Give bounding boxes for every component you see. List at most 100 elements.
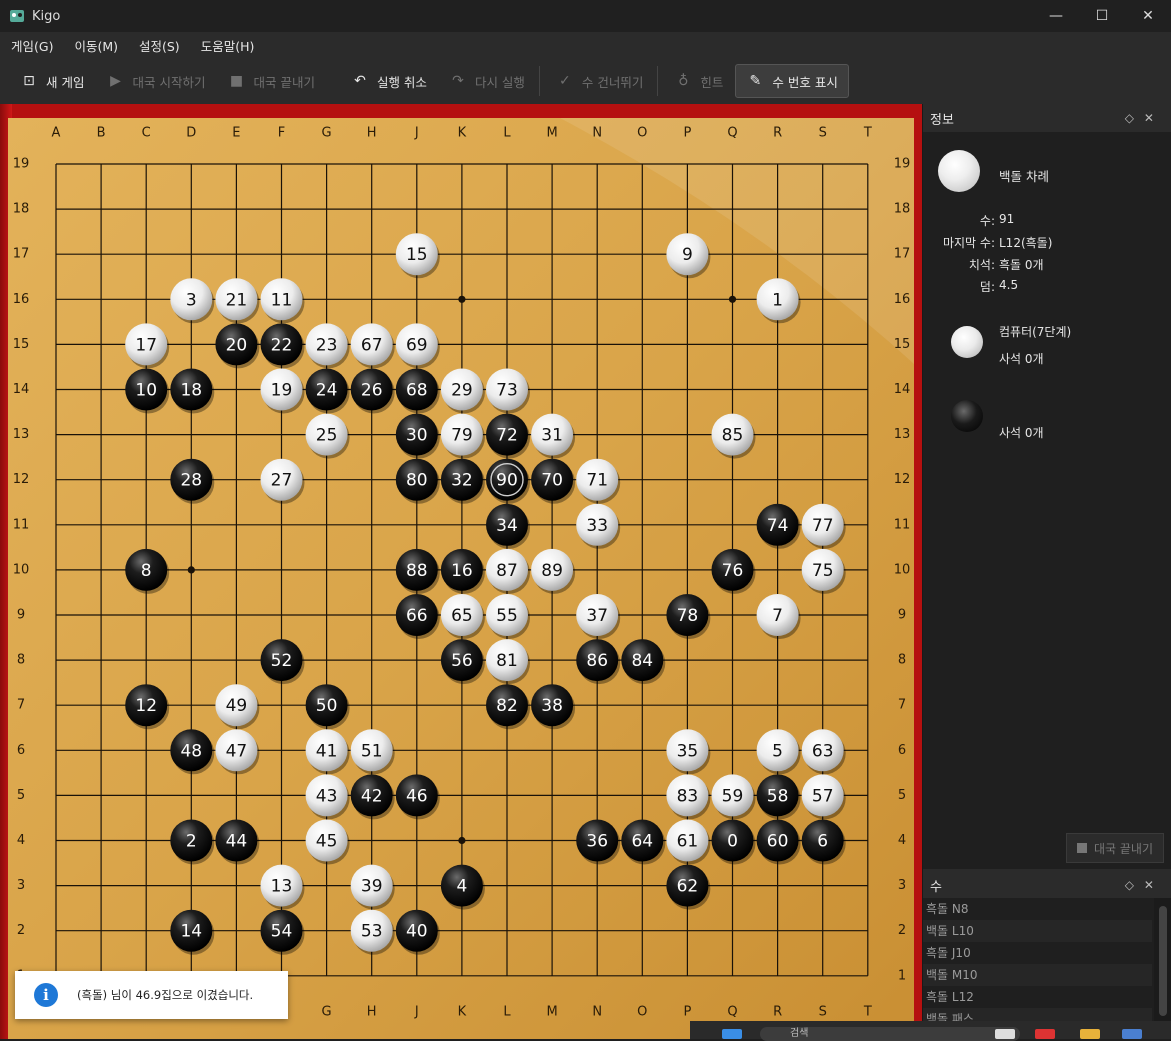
column-label: M [546,126,557,141]
row-label: 7 [898,698,906,713]
scrollbar-thumb[interactable] [1159,906,1167,1016]
list-item[interactable]: 흑돌 J10 [923,942,1152,964]
redo-icon: ↷ [452,73,464,89]
redo-button[interactable]: ↷ 다시 실행 [439,65,535,97]
list-item[interactable]: 흑돌 N8 [923,898,1152,920]
column-label: J [414,1005,419,1020]
new-game-icon: ⊡ [23,73,35,89]
menu-game[interactable]: 게임(G) [11,36,53,55]
move-number-label: 32 [451,471,473,491]
undo-label: 실행 취소 [376,74,427,90]
row-label: 5 [17,788,25,803]
go-board[interactable]: A B C D E F G H J K L M N O P Q R S T19 1918 1817 1716 1615 151… [0,104,922,1039]
menu-settings[interactable]: 설정(S) [139,36,180,55]
column-label: O [637,1005,647,1020]
move-number-label: 71 [586,471,608,491]
hint-icon: ♁ [678,73,689,89]
show-move-numbers-button[interactable]: ✎ 수 번호 표시 [735,64,849,98]
pass-button[interactable]: ✓ 수 건너뛰기 [546,65,653,97]
column-label: O [637,126,647,141]
column-label: Q [727,126,737,141]
list-item[interactable]: 백돌 M10 [923,964,1152,986]
move-number-label: 22 [271,335,293,355]
move-number-label: 42 [361,786,383,806]
side-panel: 정보 ◇✕ 백돌 차례 수: 91 마지막 수: L12(흑돌) 치석: 흑돌 … [922,104,1171,1039]
row-label: 4 [898,833,906,848]
row-label: 3 [17,878,25,893]
move-number-label: 59 [722,786,744,806]
move-number-label: 48 [180,741,202,761]
column-label: F [278,126,285,141]
moves-list: 흑돌 N8 백돌 L10 흑돌 J10 백돌 M10 흑돌 L12 백돌 패스 [923,898,1171,1039]
row-label: 16 [894,292,911,307]
toolbar-separator [657,66,659,96]
white-turn-stone-icon [938,150,980,192]
move-number-label: 0 [727,832,738,852]
taskbar: 검색 [690,1021,1171,1041]
column-label: R [773,126,782,141]
move-number-label: 89 [541,561,563,581]
move-number-label: 87 [496,561,518,581]
row-label: 15 [13,337,30,352]
windows-start-icon[interactable] [722,1029,742,1039]
start-game-button[interactable]: ▶ 대국 시작하기 [96,65,215,97]
move-number-label: 2 [186,832,197,852]
start-game-label: 대국 시작하기 [132,74,206,90]
column-label: B [97,126,106,141]
end-game-toolbar-button[interactable]: ■ 대국 끝내기 [217,65,324,97]
row-label: 19 [894,157,911,172]
info-panel-title: 정보 [930,112,954,128]
row-label: 6 [898,743,906,758]
column-label: A [52,126,61,141]
taskbar-app-icon[interactable] [1122,1029,1142,1039]
browser-icon[interactable] [1035,1029,1055,1039]
row-label: 13 [894,427,911,442]
column-label: P [683,126,691,141]
row-label: 4 [17,833,25,848]
info-panel: 백돌 차례 수: 91 마지막 수: L12(흑돌) 치석: 흑돌 0개 덤: … [923,132,1171,869]
menu-move[interactable]: 이동(M) [74,36,118,55]
close-button[interactable]: ✕ [1125,0,1171,32]
hint-button[interactable]: ♁ 힌트 [664,65,733,97]
move-number-label: 30 [406,426,428,446]
move-number-label: 44 [226,832,248,852]
pass-icon: ✓ [559,73,571,89]
move-number-label: 67 [361,335,383,355]
menu-bar: 게임(G) 이동(M) 설정(S) 도움말(H) [0,32,1171,58]
panel-float-close-icons[interactable]: ◇✕ [1125,111,1164,125]
move-number-label: 1 [772,290,783,310]
info-value-moves: 91 [999,212,1015,226]
move-number-label: 10 [135,381,157,401]
panel-float-close-icons[interactable]: ◇✕ [1125,878,1164,892]
folder-icon[interactable] [1080,1029,1100,1039]
window-controls: — ☐ ✕ [1033,0,1171,32]
move-number-label: 76 [722,561,744,581]
stop-icon: ■ [229,73,244,89]
end-game-label: 대국 끝내기 [1093,841,1153,856]
info-icon: i [34,983,58,1007]
undo-button[interactable]: ↶ 실행 취소 [341,65,437,97]
move-number-label: 23 [316,335,338,355]
move-number-label: 82 [496,696,518,716]
maximize-button[interactable]: ☐ [1079,0,1125,32]
column-label: N [592,1005,602,1020]
info-value-handicap: 흑돌 0개 [999,258,1044,272]
move-number-label: 66 [406,606,428,626]
column-label: C [142,126,151,141]
menu-help[interactable]: 도움말(H) [201,36,255,55]
app-icon [10,10,24,22]
black-player-captures: 사석 0개 [999,426,1044,440]
column-label: R [773,1005,782,1020]
list-item[interactable]: 흑돌 L12 [923,986,1152,1008]
row-label: 9 [898,608,906,623]
new-game-button[interactable]: ⊡ 새 게임 [10,65,94,97]
list-item[interactable]: 백돌 L10 [923,920,1152,942]
row-label: 12 [13,472,30,487]
taskbar-app-icon[interactable] [995,1029,1015,1039]
row-label: 2 [898,923,906,938]
moves-scrollbar[interactable] [1154,898,1171,1039]
move-number-label: 45 [316,832,338,852]
result-message: (흑돌) 님이 46.9집으로 이겼습니다. [77,988,254,1002]
minimize-button[interactable]: — [1033,0,1079,32]
end-game-button[interactable]: 대국 끝내기 [1066,833,1164,863]
